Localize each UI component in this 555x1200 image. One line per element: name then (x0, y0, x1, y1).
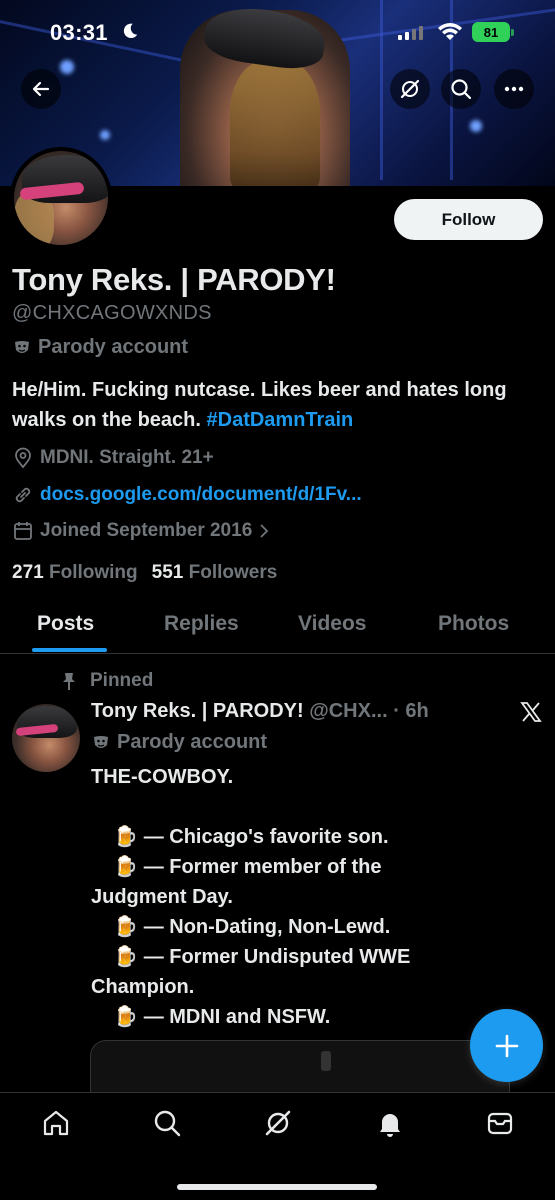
post-line: 🍺 — Former member of the Judgment Day. (91, 856, 388, 908)
following-link[interactable]: 271 Following (12, 562, 138, 584)
follow-button[interactable]: Follow (394, 199, 543, 240)
profile-tabs: Posts Replies Videos Photos (0, 600, 555, 654)
post-media[interactable] (90, 1040, 510, 1100)
tab-posts[interactable]: Posts (37, 612, 94, 636)
calendar-icon (14, 522, 32, 540)
active-tab-indicator (32, 648, 107, 652)
more-icon (504, 86, 524, 92)
more-button[interactable] (494, 69, 534, 109)
bio-hashtag-link[interactable]: #DatDamnTrain (207, 409, 354, 431)
compose-button[interactable] (470, 1009, 543, 1082)
tab-videos[interactable]: Videos (298, 612, 366, 636)
nav-search-icon[interactable] (151, 1107, 183, 1139)
tab-replies[interactable]: Replies (164, 612, 239, 636)
bell-icon[interactable] (374, 1107, 406, 1139)
profile-bio: He/Him. Fucking nutcase. Likes beer and … (12, 379, 507, 431)
post-author-handle[interactable]: @CHX... (309, 700, 387, 722)
pinned-indicator: Pinned (60, 670, 153, 692)
moon-icon (123, 23, 138, 39)
parody-mask-icon (15, 340, 29, 353)
profile-location: MDNI. Straight. 21+ (12, 447, 214, 469)
pin-icon (63, 673, 75, 690)
profile-website[interactable]: docs.google.com/document/d/1Fv... (12, 484, 362, 506)
x-logo-icon[interactable] (519, 700, 543, 724)
search-button[interactable] (441, 69, 481, 109)
post-author-avatar[interactable] (12, 704, 80, 772)
battery-indicator: 81 (472, 22, 514, 42)
grok-icon (400, 79, 420, 99)
post-text: THE-COWBOY. 🍺 — Chicago's favorite son. … (91, 762, 471, 1032)
post-time: · 6h (393, 700, 429, 722)
search-icon (451, 79, 472, 100)
back-arrow-icon (32, 81, 50, 97)
post-header: Tony Reks. | PARODY! @CHX... · 6h (91, 700, 429, 723)
location-icon (15, 447, 31, 469)
nav-grok-icon[interactable] (262, 1107, 294, 1139)
post-author-name[interactable]: Tony Reks. | PARODY! (91, 700, 304, 722)
home-indicator (177, 1184, 377, 1190)
post-line (91, 792, 471, 822)
post-line: 🍺 — Chicago's favorite son. (91, 826, 389, 848)
status-bar: 03:31 81 (0, 0, 555, 64)
grok-button[interactable] (390, 69, 430, 109)
mail-icon[interactable] (484, 1107, 516, 1139)
post-line: 🍺 — Non-Dating, Non-Lewd. (91, 916, 391, 938)
post-parody-label: Parody account (91, 731, 267, 754)
parody-mask-icon (94, 735, 108, 748)
post-line: 🍺 — Former Undisputed WWE Champion. (91, 946, 416, 998)
profile-joined[interactable]: Joined September 2016 (12, 520, 270, 542)
post-line: 🍺 — MDNI and NSFW. (91, 1006, 331, 1028)
home-icon[interactable] (40, 1107, 72, 1139)
back-button[interactable] (21, 69, 61, 109)
parody-label: Parody account (12, 336, 188, 359)
profile-avatar[interactable] (10, 147, 112, 249)
followers-link[interactable]: 551 Followers (152, 562, 278, 584)
wifi-icon (438, 23, 462, 40)
link-icon (15, 487, 31, 503)
chevron-right-icon (260, 524, 269, 538)
profile-handle: @CHXCAGOWXNDS (12, 302, 212, 324)
status-time: 03:31 (50, 20, 108, 45)
tab-photos[interactable]: Photos (438, 612, 509, 636)
follow-counts: 271 Following 551 Followers (12, 562, 277, 584)
post-line: THE-COWBOY. (91, 766, 234, 788)
signal-icon (398, 24, 423, 40)
profile-name: Tony Reks. | PARODY! (12, 262, 336, 297)
plus-icon (495, 1034, 518, 1057)
